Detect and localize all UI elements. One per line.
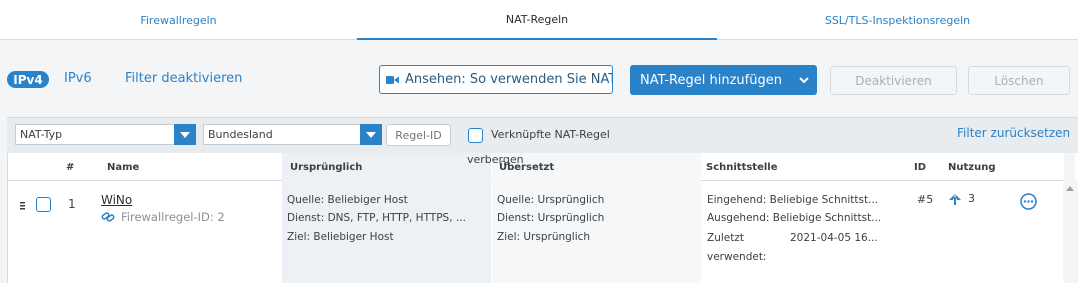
toolbar: IPv4 IPv6 Filter deaktivieren Ansehen: S…	[0, 58, 1078, 102]
used-label: verwendet:	[707, 251, 767, 263]
link-icon	[101, 212, 115, 222]
chevron-down-icon[interactable]	[360, 124, 382, 145]
usage-count: 3	[948, 192, 975, 205]
drag-handle-icon[interactable]	[20, 202, 25, 210]
row-checkbox[interactable]	[36, 197, 51, 212]
linked-nat-rule-checkbox[interactable]	[468, 128, 483, 143]
delete-button[interactable]: Löschen	[968, 66, 1070, 95]
linked-nat-rule-label: Verknüpfte NAT-Regel	[491, 128, 610, 141]
watch-video-label: Ansehen: So verwenden Sie NAT	[405, 72, 613, 87]
translated-destination: Ziel: Ursprünglich	[497, 231, 591, 243]
add-nat-rule-button[interactable]: NAT-Regel hinzufügen	[630, 65, 817, 95]
usage-icon	[949, 193, 961, 205]
header-id: ID	[914, 162, 927, 173]
tab-nat-rules[interactable]: NAT-Regeln	[357, 0, 717, 40]
rule-id-input[interactable]: Regel-ID	[386, 124, 451, 146]
hidden-columns-label[interactable]: verbergen	[467, 153, 524, 166]
header-original: Ursprünglich	[290, 162, 363, 173]
rule-id-value: #5	[917, 193, 934, 206]
nat-rules-table: # Name Ursprünglich Übersetzt Schnittste…	[7, 153, 1064, 283]
ipv6-toggle[interactable]: IPv6	[64, 71, 92, 86]
rule-name-link[interactable]: WiNo	[101, 193, 132, 207]
original-destination: Ziel: Beliebiger Host	[287, 231, 394, 243]
ipv4-toggle[interactable]: IPv4	[7, 71, 49, 88]
interface-outbound: Ausgehend: Beliebige Schnittst...	[707, 212, 882, 224]
chevron-down-icon[interactable]	[174, 124, 196, 145]
tab-firewall-rules[interactable]: Firewallregeln	[0, 0, 357, 40]
translated-service: Dienst: Ursprünglich	[497, 212, 605, 224]
chevron-down-icon[interactable]	[798, 74, 810, 86]
table-header: # Name Ursprünglich Übersetzt Schnittste…	[8, 153, 1064, 181]
disable-filter-link[interactable]: Filter deaktivieren	[125, 71, 242, 86]
last-used-value: 2021-04-05 16...	[790, 232, 878, 244]
interface-inbound: Eingehend: Beliebige Schnittst...	[707, 194, 879, 206]
watch-video-button[interactable]: Ansehen: So verwenden Sie NAT	[379, 65, 613, 94]
firewall-rule-id-label: Firewallregel-ID: 2	[121, 210, 225, 224]
original-source: Quelle: Beliebiger Host	[287, 194, 408, 206]
nat-type-value: NAT-Typ	[20, 128, 63, 141]
nat-type-select[interactable]: NAT-Typ	[15, 124, 196, 145]
firewall-rule-id[interactable]: Firewallregel-ID: 2	[101, 210, 225, 224]
filter-bar: NAT-Typ Bundesland Regel-ID Verknüpfte N…	[7, 117, 1078, 153]
header-number: #	[66, 162, 75, 173]
add-nat-rule-label: NAT-Regel hinzufügen	[640, 72, 782, 88]
header-name[interactable]: Name	[107, 162, 139, 173]
more-options-icon[interactable]	[1020, 193, 1037, 210]
tab-bar: Firewallregeln NAT-Regeln SSL/TLS-Inspek…	[0, 0, 1078, 40]
deactivate-button[interactable]: Deaktivieren	[830, 66, 957, 95]
original-service: Dienst: DNS, FTP, HTTP, HTTPS, ...	[287, 212, 466, 224]
region-select[interactable]: Bundesland	[203, 124, 382, 145]
reset-filter-link[interactable]: Filter zurücksetzen	[957, 126, 1070, 140]
header-usage: Nutzung	[948, 162, 996, 173]
usage-value: 3	[968, 192, 975, 205]
tab-ssl-tls-rules[interactable]: SSL/TLS-Inspektionsregeln	[717, 0, 1078, 40]
vertical-scrollbar[interactable]	[1063, 180, 1078, 283]
translated-source: Quelle: Ursprünglich	[497, 194, 605, 206]
header-interface: Schnittstelle	[706, 162, 778, 173]
scroll-up-icon[interactable]	[1066, 186, 1074, 191]
region-value: Bundesland	[208, 128, 273, 141]
video-camera-icon	[386, 75, 399, 84]
row-number: 1	[68, 197, 76, 211]
last-used-label: Zuletzt	[707, 232, 744, 244]
